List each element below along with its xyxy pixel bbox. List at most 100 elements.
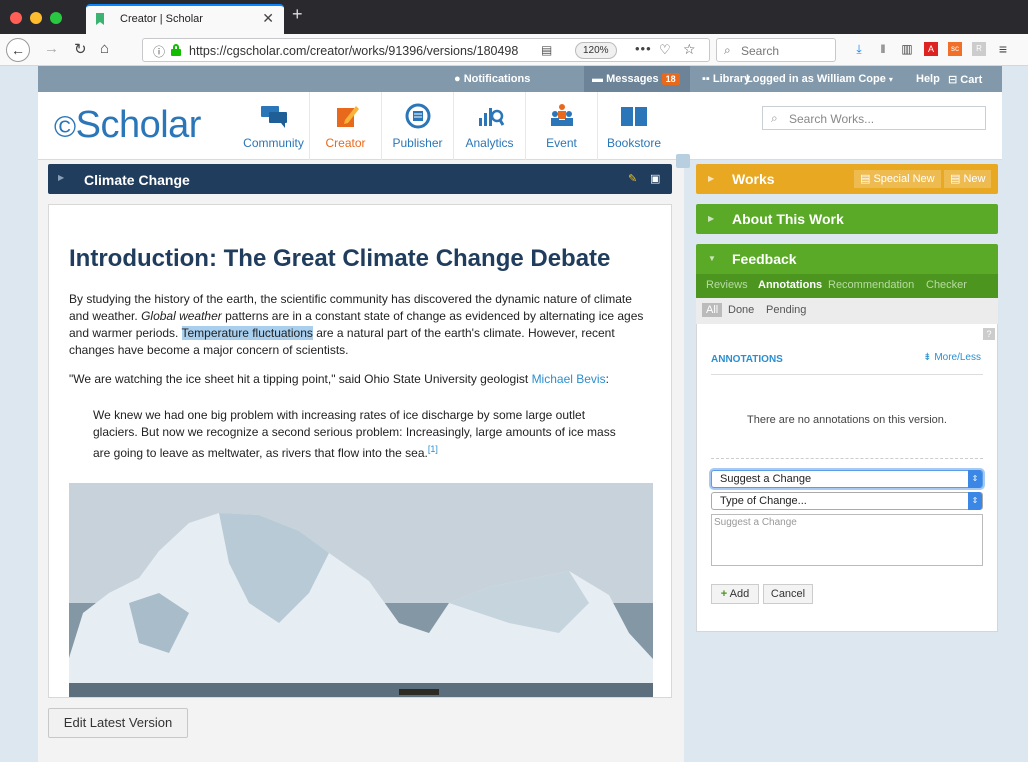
close-tab-icon[interactable]: ✕ xyxy=(262,10,274,27)
nav-label: Publisher xyxy=(392,136,443,150)
search-works-input[interactable]: ⌕ Search Works... xyxy=(762,106,986,130)
expand-arrow-icon[interactable]: ▶ xyxy=(708,174,714,183)
url-bar[interactable]: ⓘ https://cgscholar.com/creator/works/91… xyxy=(142,38,710,62)
select-value: Suggest a Change xyxy=(720,473,812,485)
works-panel-header[interactable]: ▶ Works ▤ Special New ▤ New xyxy=(696,164,998,194)
menu-icon[interactable]: ≡ xyxy=(996,42,1010,56)
messages-count-badge: 18 xyxy=(661,73,680,85)
type-of-change-select[interactable]: Type of Change... ⇕ xyxy=(711,492,983,510)
page: ● Notifications ▬ Messages 18 ▪▪ Library … xyxy=(0,66,1028,762)
tab-annotations[interactable]: Annotations xyxy=(758,279,822,291)
community-icon xyxy=(260,106,287,128)
minimize-window-button[interactable] xyxy=(30,12,42,24)
downloads-icon[interactable]: ⤓ xyxy=(852,42,866,56)
cart-icon: ⊟ xyxy=(948,74,958,86)
nav-event[interactable]: Event xyxy=(526,92,598,160)
pocket-icon[interactable]: ♡ xyxy=(659,42,671,58)
annotations-body: ? ANNOTATIONS ⇟ More/Less There are no a… xyxy=(696,324,998,632)
expand-arrow-icon[interactable]: ▶ xyxy=(708,214,714,223)
pdf-extension-icon[interactable]: A xyxy=(924,42,938,56)
special-new-button[interactable]: ▤ Special New xyxy=(854,170,941,188)
work-title-bar[interactable]: ▶ Climate Change ✎ ▣ xyxy=(48,164,672,194)
doc-icon: ▤ xyxy=(950,173,961,185)
cancel-button[interactable]: Cancel xyxy=(763,584,813,604)
work-title: Climate Change xyxy=(84,172,190,188)
tab-recommendation[interactable]: Recommendation xyxy=(828,279,914,291)
reload-icon[interactable]: ↻ xyxy=(74,40,87,58)
edit-latest-version-button[interactable]: Edit Latest Version xyxy=(48,708,188,738)
home-icon[interactable]: ⌂ xyxy=(100,40,109,57)
feedback-tabs: Reviews Annotations Recommendation Check… xyxy=(696,274,998,298)
bookstore-icon xyxy=(621,107,647,126)
logged-in-label: Logged in as William Cope xyxy=(746,73,886,85)
feedback-panel-header[interactable]: ▼ Feedback xyxy=(696,244,998,274)
reader-view-icon[interactable]: ▤ xyxy=(541,43,552,57)
account-menu[interactable]: Logged in as William Cope ▾ xyxy=(746,73,893,85)
extension-icon[interactable]: R xyxy=(972,42,986,56)
page-actions-icon[interactable]: ••• xyxy=(635,41,652,56)
nav-analytics[interactable]: Analytics xyxy=(454,92,526,160)
tab-reviews[interactable]: Reviews xyxy=(706,279,748,291)
plus-icon: + xyxy=(720,588,728,600)
library-link[interactable]: ▪▪ Library xyxy=(702,73,750,85)
bookmark-star-icon[interactable]: ☆ xyxy=(683,41,696,58)
user-toolbar: ● Notifications ▬ Messages 18 ▪▪ Library … xyxy=(38,66,1002,92)
nav-label: Creator xyxy=(325,136,366,150)
maximize-window-button[interactable] xyxy=(50,12,62,24)
messages-link[interactable]: ▬ Messages 18 xyxy=(592,73,680,85)
bookmark-favicon-icon xyxy=(96,13,104,25)
notifications-link[interactable]: ● Notifications xyxy=(454,73,530,85)
site-header: ©Scholar Community Creator Publisher Ana… xyxy=(38,92,1002,160)
sc-extension-icon[interactable]: sc xyxy=(948,42,962,56)
expand-arrow-icon[interactable]: ▶ xyxy=(58,173,64,182)
about-panel-header[interactable]: ▶ About This Work xyxy=(696,204,998,234)
suggest-change-select[interactable]: Suggest a Change ⇕ xyxy=(711,470,983,488)
url-text[interactable]: https://cgscholar.com/creator/works/9139… xyxy=(189,44,518,58)
search-icon: ⌕ xyxy=(724,43,731,57)
filter-done[interactable]: Done xyxy=(728,304,754,316)
sidebar-icon[interactable]: ▥ xyxy=(900,42,914,56)
scroll-handle[interactable] xyxy=(676,154,690,168)
nav-publisher[interactable]: Publisher xyxy=(382,92,454,160)
cart-label: Cart xyxy=(960,74,983,86)
nav-label: Event xyxy=(546,136,577,150)
more-less-toggle[interactable]: ⇟ More/Less xyxy=(923,352,981,363)
tab-checker[interactable]: Checker xyxy=(926,279,967,291)
site-info-icon[interactable]: ⓘ xyxy=(153,43,165,60)
block-quote: We knew we had one big problem with incr… xyxy=(93,407,633,462)
notification-icon: ● xyxy=(454,73,461,85)
nav-label: Bookstore xyxy=(606,136,662,150)
print-icon[interactable]: ▣ xyxy=(650,172,660,185)
filter-pending[interactable]: Pending xyxy=(766,304,806,316)
highlighted-text[interactable]: Temperature fluctuations xyxy=(181,326,313,340)
back-icon[interactable]: ← xyxy=(6,38,30,62)
forward-icon[interactable]: → xyxy=(44,40,59,57)
edit-pencil-icon[interactable]: ✎ xyxy=(628,172,637,185)
nav-bookstore[interactable]: Bookstore xyxy=(598,92,670,160)
select-value: Type of Change... xyxy=(720,495,807,507)
michael-bevis-link[interactable]: Michael Bevis xyxy=(532,372,606,386)
nav-community[interactable]: Community xyxy=(238,92,310,160)
search-placeholder: Search xyxy=(741,44,780,58)
new-tab-icon[interactable]: + xyxy=(292,4,303,25)
browser-search-input[interactable]: ⌕ Search xyxy=(716,38,836,62)
scholar-logo[interactable]: ©Scholar xyxy=(54,104,201,147)
caret-down-icon: ▾ xyxy=(888,75,893,84)
close-window-button[interactable] xyxy=(10,12,22,24)
divider xyxy=(711,458,983,459)
search-icon: ⌕ xyxy=(771,111,778,125)
library-icon[interactable]: ‖ xyxy=(876,42,890,56)
cart-link[interactable]: ⊟ Cart xyxy=(948,73,982,86)
suggest-change-textarea[interactable]: Suggest a Change xyxy=(711,514,983,566)
browser-tab[interactable]: Creator | Scholar ✕ xyxy=(86,4,284,34)
add-button[interactable]: + Add xyxy=(711,584,759,604)
analytics-icon xyxy=(478,108,504,126)
help-icon[interactable]: ? xyxy=(983,328,995,340)
footnote-link[interactable]: [1] xyxy=(428,444,438,454)
filter-all[interactable]: All xyxy=(702,303,723,317)
new-button[interactable]: ▤ New xyxy=(944,170,992,188)
collapse-arrow-icon[interactable]: ▼ xyxy=(708,254,716,263)
zoom-level[interactable]: 120% xyxy=(575,42,617,59)
nav-creator[interactable]: Creator xyxy=(310,92,382,160)
help-link[interactable]: Help xyxy=(916,73,940,85)
